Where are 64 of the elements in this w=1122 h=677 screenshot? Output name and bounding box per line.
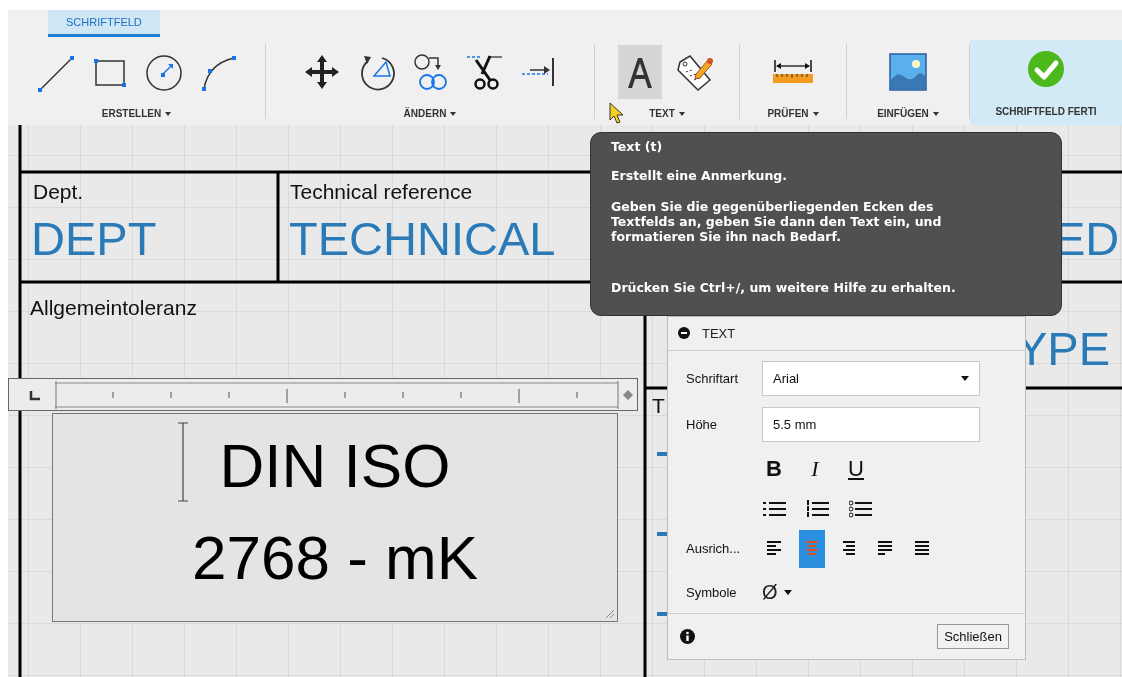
field-marker [657,612,667,616]
text-line: 2768 - mK [192,522,478,594]
height-input[interactable]: 5.5 mm [762,407,980,443]
text-tool-button[interactable] [618,45,662,99]
close-button[interactable]: Schließen [937,623,1009,649]
tooltip-text: Drücken Sie Ctrl+/, um weitere Hilfe zu erhalten. [611,280,957,295]
letter-a-icon [625,55,655,89]
symbol-dropdown[interactable]: Ø [762,581,792,605]
field-value: TECHNICAL [289,215,556,262]
field-value: DEPT [31,215,157,262]
field-marker [657,532,667,536]
underline-button[interactable]: U [844,453,868,484]
align-justify-icon [878,541,894,557]
italic-button[interactable]: I [803,453,827,484]
field-label: Symbole [686,585,738,601]
field-label: Technical reference [290,181,473,202]
align-right-icon [841,541,857,557]
bullet-list-icon [763,499,787,518]
lettered-list-icon [849,499,873,518]
collapse-icon[interactable] [678,327,690,340]
field-label: Schriftart [686,371,739,387]
caret-icon [932,111,939,116]
ribbon-group-menu[interactable]: PRÜFEN [767,108,819,119]
text-box[interactable]: DIN ISO 2768 - mK [52,413,618,622]
landscape-image-icon [888,52,928,92]
field-label: Allgemeintoleranz [30,297,197,318]
caret-icon [783,590,792,596]
align-center-button[interactable] [799,529,825,568]
ruler-end-icon[interactable] [623,390,633,400]
caret-icon [961,376,969,382]
caret-icon [450,111,457,116]
field-marker [657,452,667,456]
caret-icon [812,111,819,116]
ribbon-tab[interactable]: SCHRIFTFELD [48,10,160,37]
field-label: Dept. [33,181,84,202]
text-cursor-icon [177,422,189,502]
field-label: T [652,395,665,416]
ribbon-group-menu[interactable]: SCHRIFTFELD FERTI [995,106,1097,117]
tooltip-title: Text (t) [611,139,664,154]
caret-icon [165,111,172,116]
ribbon-group-menu[interactable]: ÄNDERN [403,108,457,119]
tooltip-text: Geben Sie die gegenüberliegenden Ecken des Textfelds an, geben Sie dann den Text ein, und formatieren Sie ihn nach Bedarf. [611,199,943,244]
ribbon-group-menu[interactable]: TEXT [649,108,685,119]
tag-pencil-icon [674,52,714,92]
circle-icon [143,52,184,92]
align-left-icon [767,541,783,557]
align-distributed-icon [915,541,931,557]
ribbon-group-menu[interactable]: EINFÜGEN [877,108,939,119]
field-label: Höhe [686,417,719,433]
ribbon-group-menu[interactable]: ERSTELLEN [101,108,172,119]
check-circle-icon [1026,49,1066,89]
info-icon[interactable] [680,628,695,644]
numbered-list-icon [806,499,830,518]
resize-grip-icon[interactable] [605,609,615,619]
tab-stop-icon[interactable] [29,391,41,401]
mouse-pointer-icon [608,102,626,124]
align-center-icon [804,541,820,557]
tooltip-text: Erstellt eine Anmerkung. [611,168,789,183]
panel-title: TEXT [702,325,736,341]
bold-button[interactable]: B [762,453,786,484]
text-line: DIN ISO [219,430,451,502]
caret-icon [678,111,685,116]
field-label: Ausrich... [686,541,742,557]
font-dropdown[interactable]: Arial [762,361,980,397]
